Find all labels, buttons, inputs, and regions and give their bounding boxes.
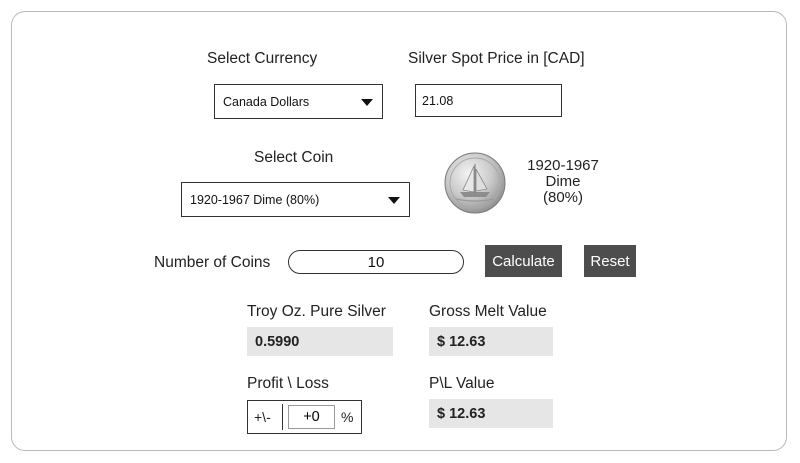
profit-loss-suffix: % bbox=[341, 409, 354, 425]
spot-price-input[interactable] bbox=[415, 84, 562, 117]
troy-oz-label: Troy Oz. Pure Silver bbox=[247, 303, 386, 320]
troy-oz-value: 0.5990 bbox=[247, 327, 393, 356]
coin-caption-years: 1920-1967 bbox=[527, 157, 599, 174]
coin-select-value: 1920-1967 Dime (80%) bbox=[190, 192, 320, 207]
pl-value: $ 12.63 bbox=[429, 399, 553, 428]
pl-value-label: P\L Value bbox=[429, 375, 495, 392]
profit-loss-divider bbox=[282, 404, 283, 430]
profit-loss-input[interactable] bbox=[288, 405, 335, 429]
calculator-panel bbox=[11, 11, 787, 451]
coin-label: Select Coin bbox=[254, 149, 334, 166]
coin-select[interactable]: 1920-1967 Dime (80%) bbox=[181, 182, 410, 217]
number-of-coins-label: Number of Coins bbox=[154, 254, 271, 271]
number-of-coins-input[interactable] bbox=[288, 250, 464, 274]
currency-label: Select Currency bbox=[207, 50, 318, 67]
coin-caption-purity: (80%) bbox=[542, 189, 583, 206]
chevron-down-icon bbox=[388, 196, 400, 204]
profit-loss-group: +\- % bbox=[247, 400, 362, 434]
profit-loss-label: Profit \ Loss bbox=[247, 375, 329, 392]
gross-melt-label: Gross Melt Value bbox=[429, 303, 547, 320]
currency-select[interactable]: Canada Dollars bbox=[214, 84, 383, 119]
chevron-down-icon bbox=[361, 98, 373, 106]
reset-button[interactable]: Reset bbox=[584, 245, 636, 277]
calculate-button[interactable]: Calculate bbox=[485, 245, 562, 277]
coin-caption-name: Dime bbox=[545, 173, 581, 190]
gross-melt-value: $ 12.63 bbox=[429, 327, 553, 356]
coin-caption: 1920-1967 Dime (80%) bbox=[518, 158, 608, 206]
coin-image bbox=[444, 152, 506, 214]
currency-select-value: Canada Dollars bbox=[223, 94, 310, 109]
profit-loss-prefix: +\- bbox=[254, 409, 271, 425]
spot-price-label: Silver Spot Price in [CAD] bbox=[408, 50, 585, 67]
